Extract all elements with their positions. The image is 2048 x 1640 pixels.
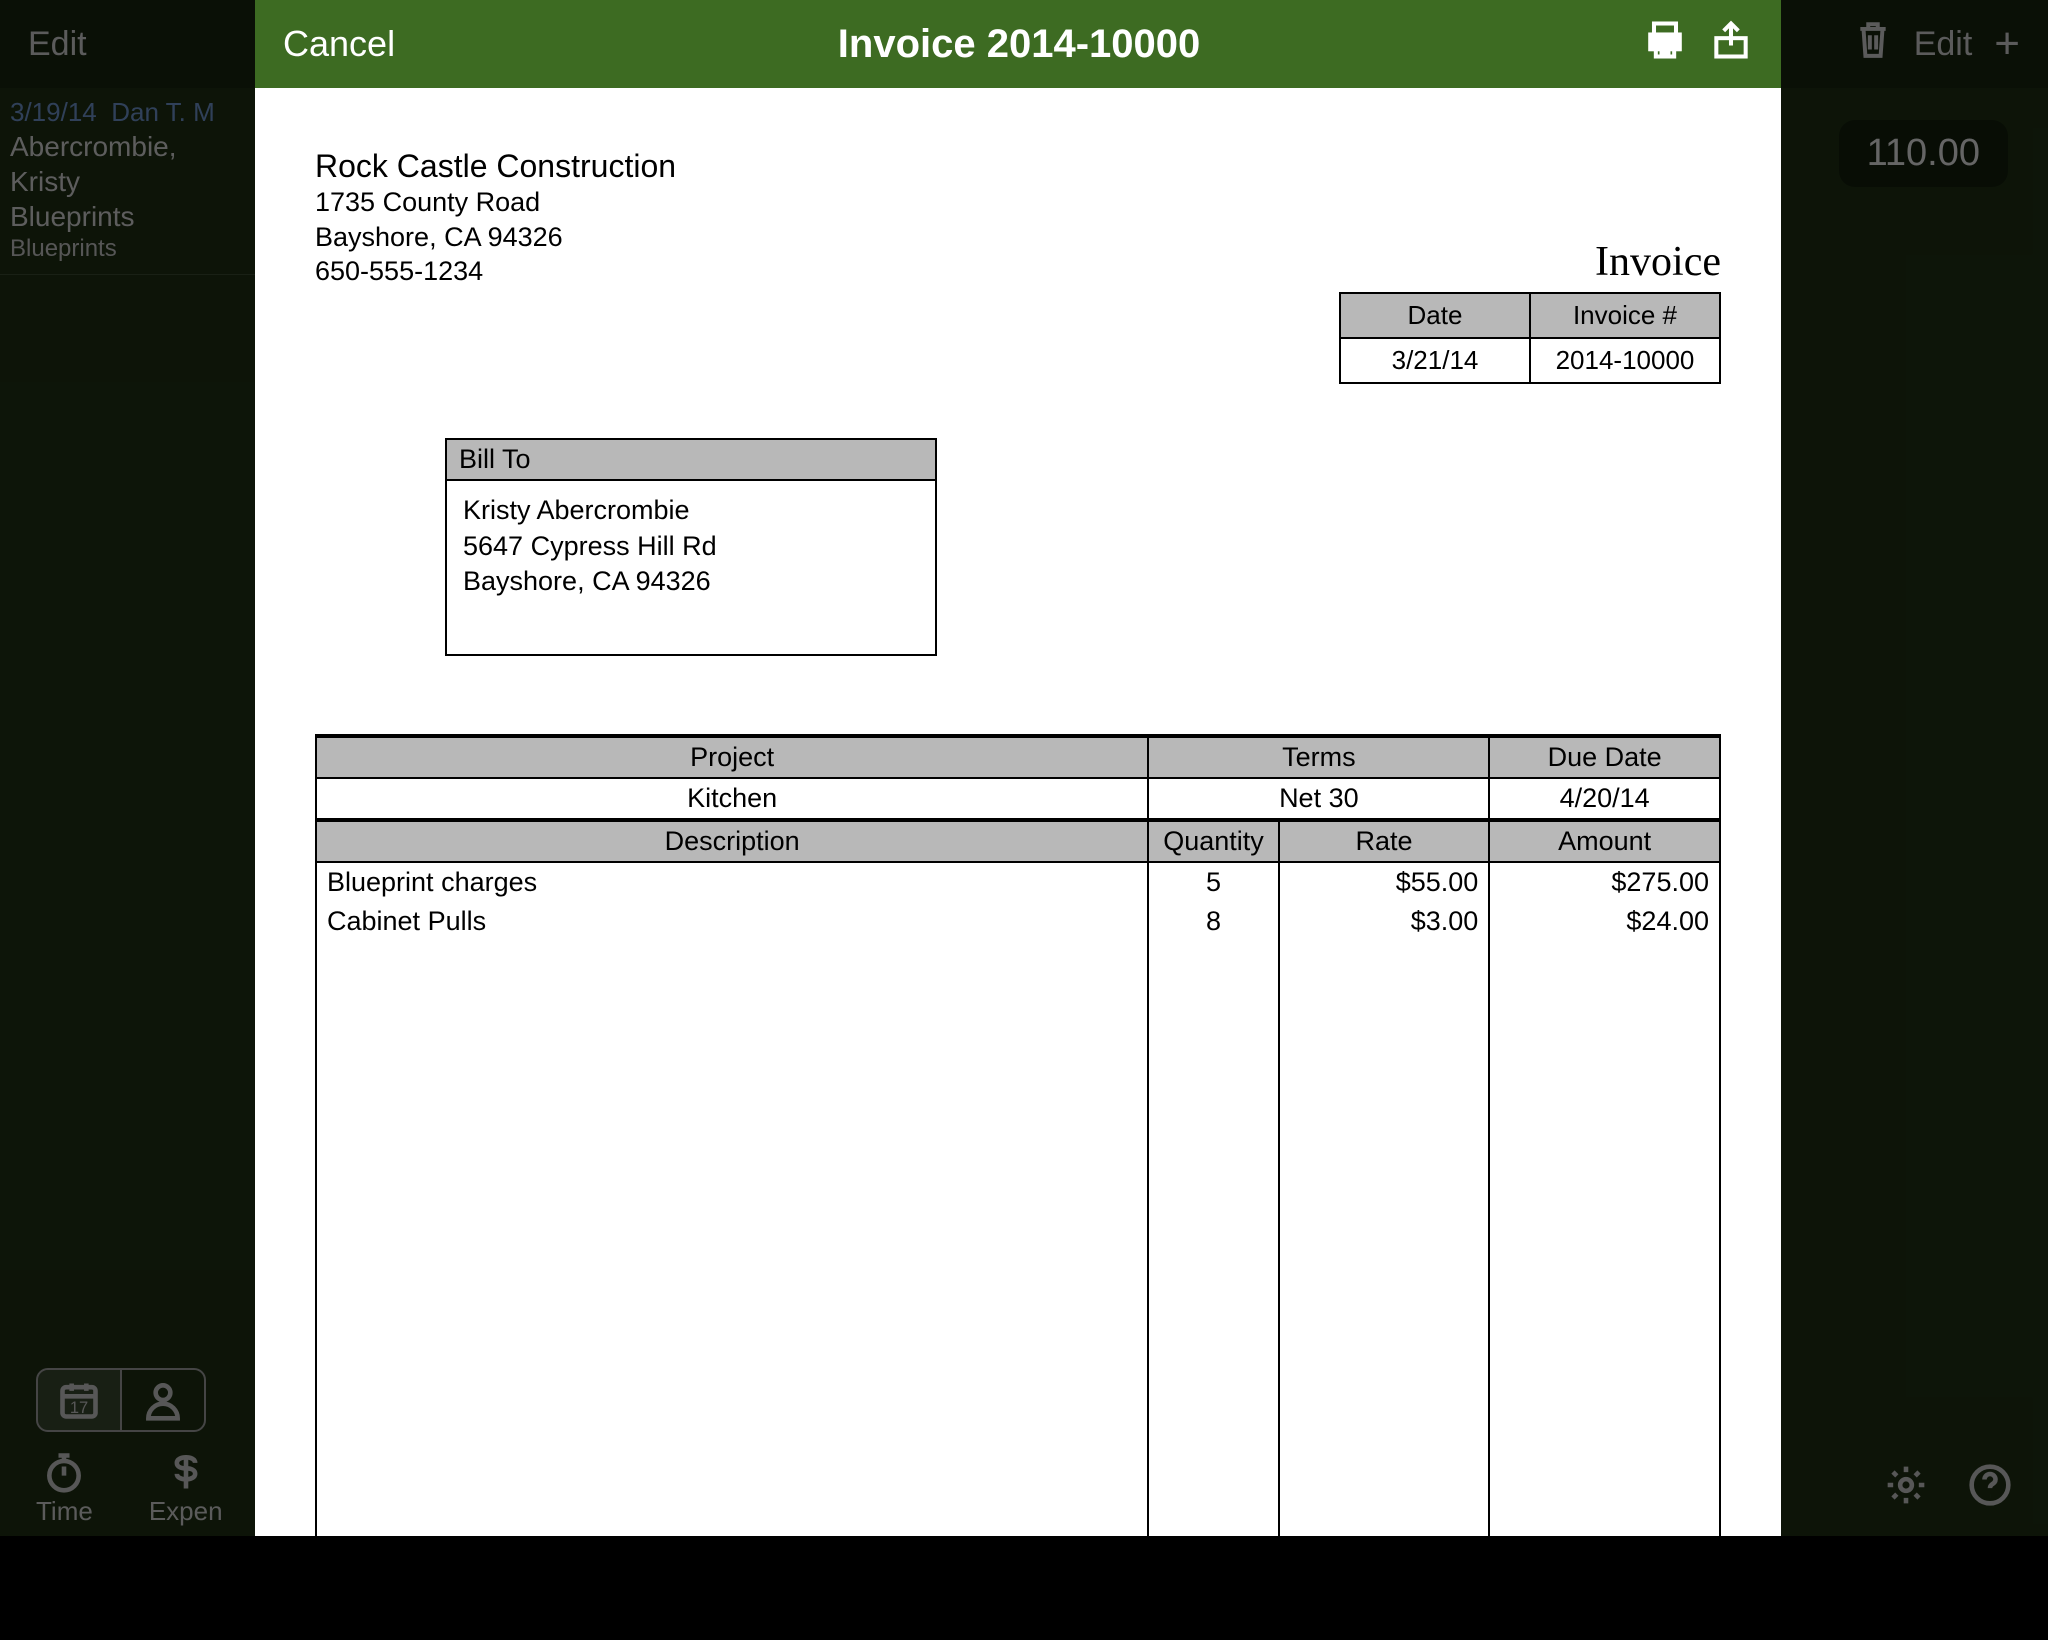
val-project: Kitchen [316,778,1148,819]
line-items-table: Description Quantity Rate Amount Bluepri… [315,820,1721,1640]
invoice-number: 2014-10000 [1530,338,1720,383]
col-description: Description [316,821,1148,862]
invoice-date: 3/21/14 [1340,338,1530,383]
invoice-label: Invoice [1339,238,1721,286]
cancel-button[interactable]: Cancel [283,23,395,65]
bill-to-addr1: 5647 Cypress Hill Rd [463,529,919,565]
invoice-modal: Cancel Invoice 2014-10000 Rock Castle Co… [255,0,1781,1536]
val-terms: Net 30 [1148,778,1489,819]
cell-quantity: 5 [1148,862,1278,902]
bill-to-addr2: Bayshore, CA 94326 [463,564,919,600]
cell-description: Cabinet Pulls [316,902,1148,941]
invoice-meta-table: Date Invoice # 3/21/14 2014-10000 [1339,292,1721,384]
invoice-num-header: Invoice # [1530,293,1720,338]
print-icon[interactable] [1643,18,1687,71]
bill-to-block: Bill To Kristy Abercrombie 5647 Cypress … [445,438,937,656]
share-icon[interactable] [1709,18,1753,71]
col-quantity: Quantity [1148,821,1278,862]
cell-quantity: 8 [1148,902,1278,941]
bill-to-header: Bill To [447,440,935,481]
table-row: Cabinet Pulls8$3.00$24.00 [316,902,1720,941]
val-due: 4/20/14 [1489,778,1720,819]
modal-header: Cancel Invoice 2014-10000 [255,0,1781,88]
col-due: Due Date [1489,737,1720,778]
modal-title: Invoice 2014-10000 [395,22,1643,67]
col-project: Project [316,737,1148,778]
col-terms: Terms [1148,737,1489,778]
cell-rate: $55.00 [1279,862,1490,902]
invoice-header-block: Invoice Date Invoice # 3/21/14 2014-1000… [1339,238,1721,384]
company-addr1: 1735 County Road [315,185,1721,220]
cell-description: Blueprint charges [316,862,1148,902]
cell-amount: $275.00 [1489,862,1720,902]
cell-amount: $24.00 [1489,902,1720,941]
cell-rate: $3.00 [1279,902,1490,941]
summary-table: Project Terms Due Date Kitchen Net 30 4/… [315,736,1721,820]
col-amount: Amount [1489,821,1720,862]
col-rate: Rate [1279,821,1490,862]
invoice-grid: Project Terms Due Date Kitchen Net 30 4/… [315,734,1721,1536]
bill-to-name: Kristy Abercrombie [463,493,919,529]
company-name: Rock Castle Construction [315,148,1721,185]
date-header: Date [1340,293,1530,338]
invoice-document: Rock Castle Construction 1735 County Roa… [255,88,1781,1536]
table-row: Blueprint charges5$55.00$275.00 [316,862,1720,902]
